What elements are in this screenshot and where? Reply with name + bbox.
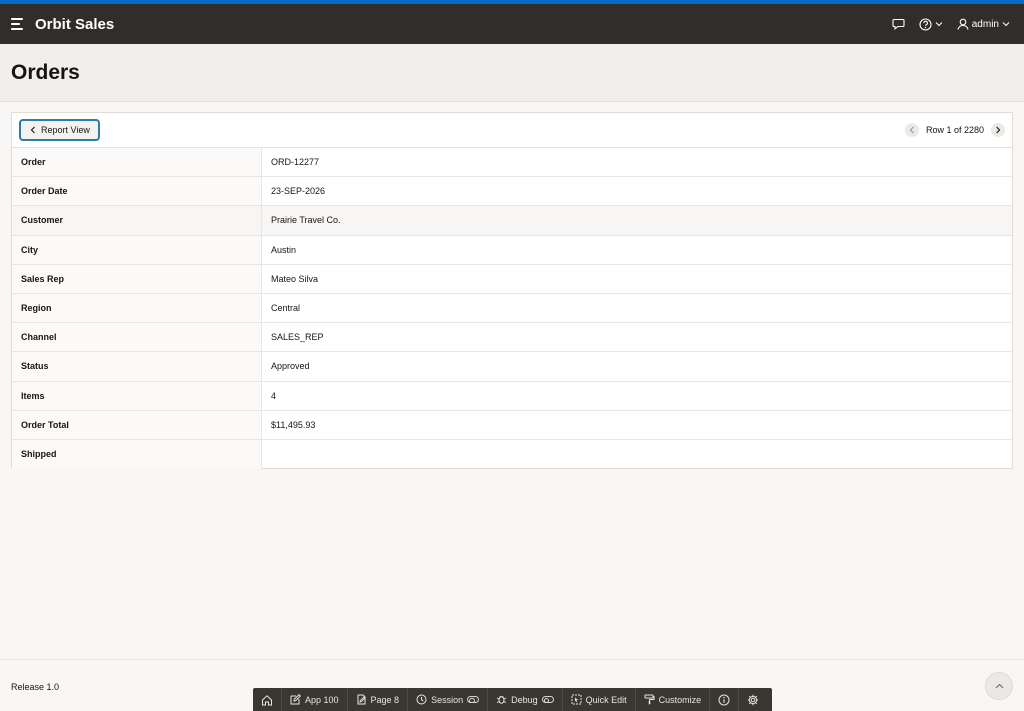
field-value: 23-SEP-2026 [271, 186, 326, 197]
chevron-left-icon [30, 126, 35, 134]
field-label: Region [12, 293, 262, 323]
chevron-up-icon [995, 683, 1003, 689]
chat-bubble-icon [892, 18, 905, 30]
navbar-actions: admin [892, 17, 1010, 31]
field-value: Approved [271, 361, 310, 372]
dev-customize-button[interactable]: Customize [636, 688, 711, 711]
field-label: Customer [12, 206, 262, 235]
field-label: Sales Rep [12, 264, 262, 293]
field-label: Shipped [12, 439, 262, 470]
row-pager: Row 1 of 2280 [904, 123, 1005, 137]
record-view-region: Report View Row 1 of 2280 Order ORD-12277… [11, 112, 1013, 470]
dev-debug-button[interactable]: Debug [488, 688, 563, 711]
dev-page-button[interactable]: Page 8 [348, 688, 409, 711]
dev-home-button[interactable] [253, 688, 282, 711]
navbar: Orbit Sales admin [0, 4, 1024, 44]
developer-toolbar: App 100 Page 8 Session Debug Quick Edit … [253, 688, 772, 711]
help-button[interactable] [919, 17, 943, 31]
user-icon [957, 18, 969, 30]
record-row-status: Status Approved [12, 352, 1012, 382]
bug-icon [496, 695, 507, 704]
dev-quick-edit-label: Quick Edit [585, 694, 627, 705]
dev-debug-label: Debug [511, 694, 538, 705]
field-value: 4 [271, 390, 277, 401]
scroll-to-top-button[interactable] [985, 672, 1013, 700]
home-icon [262, 694, 272, 705]
field-value: Central [271, 303, 301, 314]
pager-text: Row 1 of 2280 [925, 125, 984, 135]
field-value: Prairie Travel Co. [262, 206, 1012, 235]
hamburger-icon[interactable] [11, 18, 25, 30]
report-view-button[interactable]: Report View [19, 119, 100, 141]
session-toggle-icon [467, 696, 480, 704]
next-row-button[interactable] [991, 123, 1005, 137]
record-row-order-total: Order Total $11,495.93 [12, 410, 1012, 440]
app-title[interactable]: Orbit Sales [35, 16, 114, 33]
field-value: Austin [271, 244, 297, 255]
dev-session-label: Session [431, 694, 464, 705]
record-row-sales-rep: Sales Rep Mateo Silva [12, 264, 1012, 294]
page-header: Orders [0, 44, 1024, 102]
paint-roller-icon [644, 694, 655, 705]
record-row-city: City Austin [12, 235, 1012, 265]
debug-toggle-icon [541, 696, 554, 704]
dev-page-label: Page 8 [370, 694, 400, 705]
field-value: ORD-12277 [271, 157, 320, 168]
page-edit-icon [357, 694, 366, 705]
feedback-button[interactable] [892, 18, 905, 30]
record-row-order: Order ORD-12277 [12, 148, 1012, 178]
session-icon [416, 694, 427, 705]
field-value: Mateo Silva [271, 273, 319, 284]
chevron-right-icon [996, 126, 1001, 134]
record-row-channel: Channel SALES_REP [12, 323, 1012, 353]
chevron-left-icon [909, 126, 914, 134]
release-label: Release 1.0 [11, 682, 60, 692]
record-row-shipped: Shipped [12, 439, 1012, 470]
record-toolbar: Report View Row 1 of 2280 [12, 113, 1012, 148]
record-row-customer: Customer Prairie Travel Co. [12, 206, 1012, 236]
record-row-order-date: Order Date 23-SEP-2026 [12, 177, 1012, 207]
record-row-items: Items 4 [12, 381, 1012, 411]
report-view-label: Report View [41, 125, 90, 135]
dev-app-label: App 100 [305, 694, 339, 705]
dev-customize-label: Customize [658, 694, 702, 705]
field-value: $11,495.93 [271, 419, 316, 430]
gear-icon [747, 694, 759, 705]
info-icon [718, 694, 730, 705]
username: admin [971, 18, 999, 30]
quick-edit-icon [571, 694, 582, 705]
chevron-down-icon [1002, 22, 1010, 27]
record-row-region: Region Central [12, 293, 1012, 324]
help-circle-icon [919, 17, 932, 31]
dev-settings-button[interactable] [739, 688, 767, 711]
field-label: Status [12, 352, 262, 381]
field-label: Order [12, 148, 262, 177]
field-value [262, 440, 1012, 469]
dev-info-button[interactable] [710, 688, 740, 711]
field-label: Channel [12, 323, 262, 352]
field-label: City [12, 235, 262, 264]
dev-quick-edit-button[interactable]: Quick Edit [563, 688, 636, 711]
user-menu-button[interactable]: admin [957, 18, 1010, 30]
field-label: Items [12, 381, 262, 410]
field-value: SALES_REP [271, 332, 324, 343]
chevron-down-icon [935, 22, 943, 27]
field-label: Order Date [12, 177, 262, 206]
previous-row-button[interactable] [904, 123, 919, 137]
field-label: Order Total [12, 410, 262, 439]
edit-icon [290, 694, 301, 705]
dev-app-button[interactable]: App 100 [282, 688, 348, 711]
page-title: Orders [11, 61, 80, 84]
dev-session-button[interactable]: Session [408, 688, 489, 711]
